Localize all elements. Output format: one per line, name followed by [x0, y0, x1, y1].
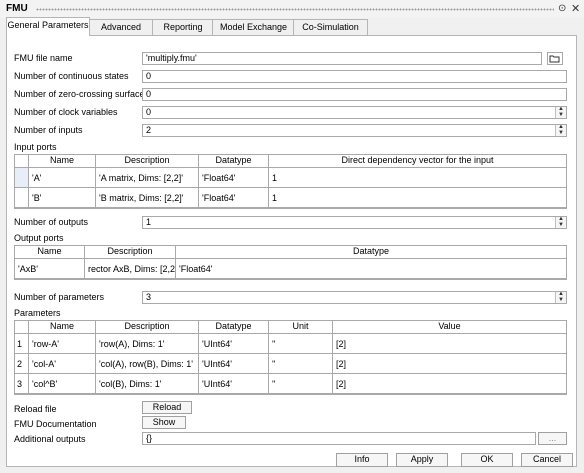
number-of-parameters-label: Number of parameters — [14, 292, 105, 302]
zero-crossing-field[interactable]: 0 — [142, 88, 567, 101]
parameters-table: Name Description Datatype Unit Value 1 '… — [14, 320, 567, 395]
table-cell[interactable]: 'col^B' — [29, 374, 96, 394]
table-cell[interactable]: 'col(B), Dims: 1' — [96, 374, 199, 394]
row-header[interactable] — [15, 168, 29, 188]
table-cell[interactable]: 'UInt64' — [199, 334, 269, 354]
column-header: Name — [15, 246, 85, 259]
table-cell[interactable]: 'row-A' — [29, 334, 96, 354]
fmu-file-name-label: FMU file name — [14, 53, 73, 63]
number-of-inputs-label: Number of inputs — [14, 125, 83, 135]
table-cell[interactable]: 'UInt64' — [199, 354, 269, 374]
browse-folder-button[interactable] — [547, 52, 563, 65]
column-header: Name — [29, 321, 96, 334]
table-cell[interactable]: '' — [269, 374, 333, 394]
reload-button[interactable]: Reload — [142, 401, 192, 414]
number-of-parameters-stepper[interactable]: 3 ▲ ▼ — [142, 291, 567, 304]
number-of-parameters-value: 3 — [146, 292, 152, 302]
table-cell[interactable]: '' — [269, 334, 333, 354]
table-cell[interactable]: 'Float64' — [176, 259, 566, 279]
table-cell[interactable]: rector AxB, Dims: [2,2]' — [85, 259, 176, 279]
additional-outputs-label: Additional outputs — [14, 434, 86, 444]
column-header: Description — [85, 246, 176, 259]
table-cell[interactable]: 'Float64' — [199, 168, 269, 188]
tab-advanced[interactable]: Advanced — [88, 19, 154, 35]
spin-arrows-icon[interactable]: ▲ ▼ — [555, 107, 566, 118]
column-header: Description — [96, 321, 199, 334]
cancel-button[interactable]: Cancel — [521, 453, 573, 467]
row-number[interactable]: 2 — [15, 354, 29, 374]
reload-file-label: Reload file — [14, 404, 57, 414]
number-of-inputs-stepper[interactable]: 2 ▲ ▼ — [142, 124, 567, 137]
close-icon[interactable]: ✕ — [571, 2, 580, 15]
table-cell[interactable]: 'B matrix, Dims: [2,2]' — [96, 188, 199, 208]
additional-outputs-field[interactable]: {} — [142, 432, 536, 445]
column-header: Value — [333, 321, 566, 334]
table-cell[interactable]: [2] — [333, 334, 566, 354]
tab-co-simulation[interactable]: Co-Simulation — [293, 19, 368, 35]
apply-button-label: Apply — [410, 454, 434, 464]
table-cell[interactable]: 'row(A), Dims: 1' — [96, 334, 199, 354]
number-of-outputs-label: Number of outputs — [14, 217, 89, 227]
table-corner — [15, 155, 29, 168]
output-ports-label: Output ports — [14, 233, 64, 243]
table-cell[interactable]: 'col(A), row(B), Dims: 1' — [96, 354, 199, 374]
zero-crossing-label: Number of zero-crossing surfaces — [14, 89, 150, 99]
ellipsis-button[interactable]: ... — [538, 432, 567, 445]
column-header: Direct dependency vector for the input — [269, 155, 566, 168]
ok-button-label: OK — [480, 454, 494, 464]
drag-handle[interactable] — [36, 8, 554, 11]
tab-model-exchange[interactable]: Model Exchange — [212, 19, 295, 35]
number-of-inputs-value: 2 — [146, 125, 152, 135]
input-ports-table: Name Description Datatype Direct depende… — [14, 154, 567, 209]
apply-button[interactable]: Apply — [396, 453, 448, 467]
folder-icon — [549, 55, 560, 63]
window-title: FMU — [6, 3, 28, 14]
column-header: Name — [29, 155, 96, 168]
fmu-documentation-label: FMU Documentation — [14, 419, 97, 429]
table-cell[interactable]: [2] — [333, 354, 566, 374]
continuous-states-field[interactable]: 0 — [142, 70, 567, 83]
table-cell[interactable]: 'A' — [29, 168, 96, 188]
spin-arrows-icon[interactable]: ▲ ▼ — [555, 125, 566, 136]
continuous-states-label: Number of continuous states — [14, 71, 129, 81]
table-cell[interactable]: 'col-A' — [29, 354, 96, 374]
column-header: Datatype — [176, 246, 566, 259]
info-button[interactable]: Info — [336, 453, 388, 467]
row-number[interactable]: 3 — [15, 374, 29, 394]
fmu-file-name-field[interactable]: 'multiply.fmu' — [142, 52, 542, 65]
spin-arrows-icon[interactable]: ▲ ▼ — [555, 292, 566, 303]
table-cell[interactable]: 1 — [269, 188, 566, 208]
number-of-outputs-value: 1 — [146, 217, 152, 227]
column-header: Description — [96, 155, 199, 168]
tab-reporting[interactable]: Reporting — [152, 19, 214, 35]
column-header: Datatype — [199, 321, 269, 334]
table-cell[interactable]: [2] — [333, 374, 566, 394]
table-cell[interactable]: 'Float64' — [199, 188, 269, 208]
ok-button[interactable]: OK — [461, 453, 513, 467]
table-cell[interactable]: 1 — [269, 168, 566, 188]
clock-variables-label: Number of clock variables — [14, 107, 118, 117]
table-cell[interactable]: '' — [269, 354, 333, 374]
table-cell[interactable]: 'A matrix, Dims: [2,2]' — [96, 168, 199, 188]
tab-general-parameters[interactable]: General Parameters — [6, 17, 90, 36]
clock-variables-stepper[interactable]: 0 ▲ ▼ — [142, 106, 567, 119]
input-ports-label: Input ports — [14, 142, 57, 152]
table-cell[interactable]: 'B' — [29, 188, 96, 208]
info-button-label: Info — [354, 454, 370, 464]
cancel-button-label: Cancel — [532, 454, 561, 464]
column-header: Datatype — [199, 155, 269, 168]
table-cell[interactable]: 'AxB' — [15, 259, 85, 279]
clock-variables-value: 0 — [146, 107, 152, 117]
row-number[interactable]: 1 — [15, 334, 29, 354]
show-documentation-button[interactable]: Show — [142, 416, 186, 429]
spin-arrows-icon[interactable]: ▲ ▼ — [555, 217, 566, 228]
table-corner — [15, 321, 29, 334]
table-cell[interactable]: 'UInt64' — [199, 374, 269, 394]
parameters-label: Parameters — [14, 308, 61, 318]
output-ports-table: Name Description Datatype 'AxB' rector A… — [14, 245, 567, 280]
help-icon[interactable]: ⊙ — [558, 3, 566, 14]
number-of-outputs-stepper[interactable]: 1 ▲ ▼ — [142, 216, 567, 229]
column-header: Unit — [269, 321, 333, 334]
row-header[interactable] — [15, 188, 29, 208]
